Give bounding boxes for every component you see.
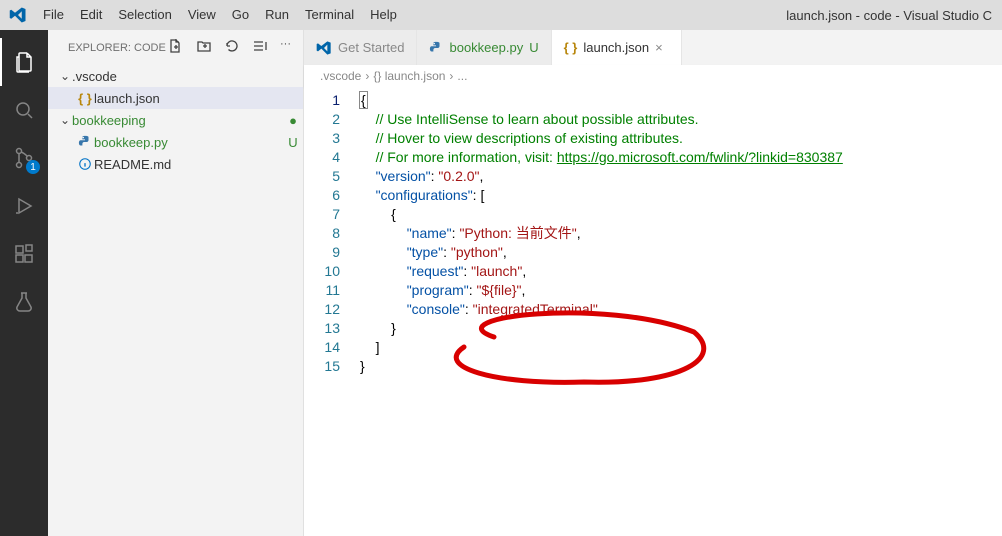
line-number[interactable]: 4 [304, 148, 360, 167]
more-icon[interactable]: ··· [280, 38, 291, 57]
line-gutter: 123456789101112131415 [304, 87, 360, 536]
line-number[interactable]: 14 [304, 338, 360, 357]
new-folder-icon[interactable] [196, 38, 212, 57]
code-line[interactable]: "program": "${file}", [360, 281, 1002, 300]
menu-item-run[interactable]: Run [257, 0, 297, 30]
line-number[interactable]: 15 [304, 357, 360, 376]
menu-item-view[interactable]: View [180, 0, 224, 30]
breadcrumb-seg[interactable]: {} launch.json [373, 69, 445, 83]
code-line[interactable]: } [360, 319, 1002, 338]
code-line[interactable]: "name": "Python: 当前文件", [360, 224, 1002, 243]
menu-item-selection[interactable]: Selection [110, 0, 179, 30]
breadcrumb-seg[interactable]: .vscode [320, 69, 361, 83]
activity-test[interactable] [0, 278, 48, 326]
activity-debug[interactable] [0, 182, 48, 230]
code-line[interactable]: // For more information, visit: https://… [360, 148, 1002, 167]
code-line[interactable]: { [360, 91, 1002, 110]
file-launch.json[interactable]: { }launch.json [48, 87, 303, 109]
editor-tabs: Get Startedbookkeep.pyU{ }launch.json× [304, 30, 1002, 65]
code-content[interactable]: { // Use IntelliSense to learn about pos… [360, 87, 1002, 536]
line-number[interactable]: 10 [304, 262, 360, 281]
line-number[interactable]: 7 [304, 205, 360, 224]
title-bar: FileEditSelectionViewGoRunTerminalHelp l… [0, 0, 1002, 30]
code-line[interactable]: "request": "launch", [360, 262, 1002, 281]
menu-item-help[interactable]: Help [362, 0, 405, 30]
close-icon[interactable]: × [655, 40, 669, 55]
menu-item-edit[interactable]: Edit [72, 0, 110, 30]
editor[interactable]: 123456789101112131415 { // Use IntelliSe… [304, 87, 1002, 536]
code-line[interactable]: ] [360, 338, 1002, 357]
menu-item-go[interactable]: Go [224, 0, 257, 30]
code-line[interactable]: // Hover to view descriptions of existin… [360, 129, 1002, 148]
line-number[interactable]: 9 [304, 243, 360, 262]
breadcrumb[interactable]: .vscode›{} launch.json›... [304, 65, 1002, 87]
new-file-icon[interactable] [168, 38, 184, 57]
main-menu: FileEditSelectionViewGoRunTerminalHelp [35, 0, 405, 30]
line-number[interactable]: 6 [304, 186, 360, 205]
code-line[interactable]: "configurations": [ [360, 186, 1002, 205]
explorer-title: EXPLORER: CODE [68, 42, 168, 54]
line-number[interactable]: 11 [304, 281, 360, 300]
line-number[interactable]: 12 [304, 300, 360, 319]
code-line[interactable]: } [360, 357, 1002, 376]
refresh-icon[interactable] [224, 38, 240, 57]
code-line[interactable]: { [360, 205, 1002, 224]
file-README.md[interactable]: README.md [48, 153, 303, 175]
tab-launch.json[interactable]: { }launch.json× [552, 30, 683, 65]
info-icon [76, 157, 94, 171]
code-line[interactable]: "console": "integratedTerminal" [360, 300, 1002, 319]
menu-item-file[interactable]: File [35, 0, 72, 30]
braces-icon: { } [76, 91, 94, 106]
code-line[interactable]: "version": "0.2.0", [360, 167, 1002, 186]
breadcrumb-seg[interactable]: ... [457, 69, 467, 83]
line-number[interactable]: 13 [304, 319, 360, 338]
line-number[interactable]: 3 [304, 129, 360, 148]
code-line[interactable]: // Use IntelliSense to learn about possi… [360, 110, 1002, 129]
activity-search[interactable] [0, 86, 48, 134]
code-line[interactable]: "type": "python", [360, 243, 1002, 262]
py-icon [429, 41, 443, 55]
activity-bar: 1 [0, 30, 48, 536]
line-number[interactable]: 1 [304, 91, 360, 110]
py-icon [76, 135, 94, 149]
scm-badge: 1 [26, 160, 40, 174]
activity-explorer[interactable] [0, 38, 48, 86]
collapse-icon[interactable] [252, 38, 268, 57]
menu-item-terminal[interactable]: Terminal [297, 0, 362, 30]
window-title: launch.json - code - Visual Studio C [405, 8, 1002, 23]
activity-scm[interactable]: 1 [0, 134, 48, 182]
line-number[interactable]: 2 [304, 110, 360, 129]
vs-icon [316, 40, 332, 56]
folder-bookkeeping[interactable]: ⌄bookkeeping● [48, 109, 303, 131]
line-number[interactable]: 8 [304, 224, 360, 243]
explorer-sidebar: EXPLORER: CODE ··· ⌄.vscode{ }launch.jso… [48, 30, 304, 536]
activity-extensions[interactable] [0, 230, 48, 278]
braces-icon: { } [564, 40, 578, 55]
tab-status: U [529, 40, 538, 55]
line-number[interactable]: 5 [304, 167, 360, 186]
tab-bookkeep.py[interactable]: bookkeep.pyU [417, 30, 551, 65]
folder-.vscode[interactable]: ⌄.vscode [48, 65, 303, 87]
tab-get-started[interactable]: Get Started [304, 30, 417, 65]
file-tree: ⌄.vscode{ }launch.json⌄bookkeeping●bookk… [48, 65, 303, 175]
app-logo [0, 6, 35, 24]
file-bookkeep.py[interactable]: bookkeep.pyU [48, 131, 303, 153]
